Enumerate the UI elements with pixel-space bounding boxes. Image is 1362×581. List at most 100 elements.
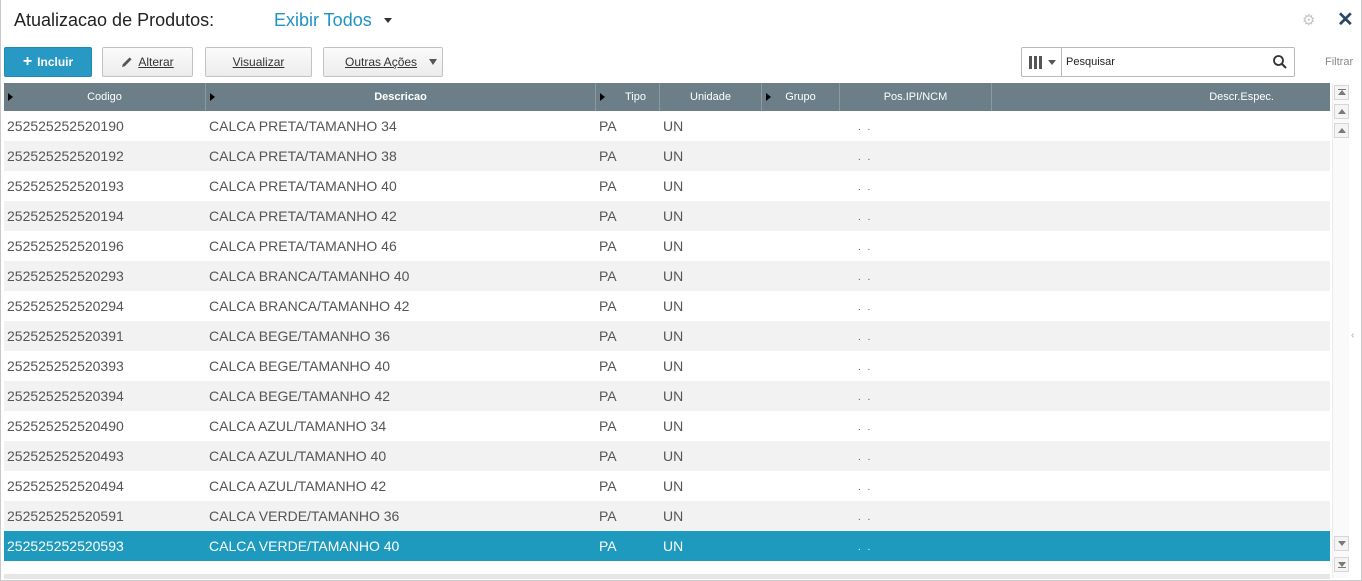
cell-unidade: UN [663, 148, 684, 164]
cell-ncm: . . [858, 362, 873, 373]
cell-ncm: . . [858, 482, 873, 493]
cell-codigo: 252525252520394 [7, 388, 124, 404]
search-input[interactable] [1066, 51, 1266, 73]
column-header-unidade[interactable]: Unidade [660, 83, 762, 111]
products-grid: Codigo Descricao Tipo Unidade Grupo Pos.… [4, 83, 1330, 561]
view-button[interactable]: Visualizar [205, 47, 312, 77]
cell-descricao: CALCA PRETA/TAMANHO 46 [209, 238, 397, 254]
column-header-grupo[interactable]: Grupo [762, 83, 840, 111]
column-label: Tipo [625, 91, 646, 103]
scroll-up-button[interactable] [1334, 123, 1349, 138]
table-row[interactable]: 252525252520196 CALCA PRETA/TAMANHO 46 PA U… [4, 231, 1330, 261]
cell-tipo: PA [599, 208, 617, 224]
table-row-selected[interactable]: 252525252520593 CALCA VERDE/TAMANHO 40 PA U… [4, 531, 1330, 561]
column-header-descr-espec[interactable]: Descr.Espec. [992, 83, 1330, 111]
cell-descricao: CALCA PRETA/TAMANHO 34 [209, 118, 397, 134]
horizontal-scrollbar[interactable] [4, 574, 1330, 579]
more-actions-button[interactable]: Outras Ações [323, 47, 443, 77]
cell-unidade: UN [663, 418, 684, 434]
column-label: Unidade [690, 91, 731, 103]
search-icon[interactable] [1272, 54, 1288, 70]
table-row[interactable]: 252525252520394 CALCA BEGE/TAMANHO 42 PA UN… [4, 381, 1330, 411]
sort-arrow-icon [210, 93, 215, 101]
cell-tipo: PA [599, 148, 617, 164]
alter-button[interactable]: Alterar [102, 47, 193, 77]
column-header-descricao[interactable]: Descricao [206, 83, 596, 111]
table-row[interactable]: 252525252520190 CALCA PRETA/TAMANHO 34 PA U… [4, 111, 1330, 141]
cell-codigo: 252525252520194 [7, 208, 124, 224]
cell-ncm: . . [858, 242, 873, 253]
table-row[interactable]: 252525252520490 CALCA AZUL/TAMANHO 34 PA UN… [4, 411, 1330, 441]
cell-tipo: PA [599, 538, 617, 554]
cell-descricao: CALCA BEGE/TAMANHO 36 [209, 328, 391, 344]
cell-codigo: 252525252520391 [7, 328, 124, 344]
grid-body: 252525252520190 CALCA PRETA/TAMANHO 34 PA U… [4, 111, 1330, 561]
cell-descricao: CALCA BEGE/TAMANHO 42 [209, 388, 391, 404]
cell-descricao: CALCA BEGE/TAMANHO 40 [209, 358, 391, 374]
cell-codigo: 252525252520493 [7, 448, 124, 464]
scroll-top-button[interactable] [1334, 85, 1349, 100]
view-filter-label: Exibir Todos [274, 10, 372, 30]
column-header-ncm[interactable]: Pos.IPI/NCM [840, 83, 992, 111]
cell-ncm: . . [858, 182, 873, 193]
cell-unidade: UN [663, 298, 684, 314]
cell-unidade: UN [663, 178, 684, 194]
table-row[interactable]: 252525252520294 CALCA BRANCA/TAMANHO 42 PA… [4, 291, 1330, 321]
table-row[interactable]: 252525252520192 CALCA PRETA/TAMANHO 38 PA U… [4, 141, 1330, 171]
cell-codigo: 252525252520494 [7, 478, 124, 494]
cell-codigo: 252525252520593 [7, 538, 124, 554]
cell-descricao: CALCA AZUL/TAMANHO 34 [209, 418, 387, 434]
cell-unidade: UN [663, 478, 684, 494]
table-row[interactable]: 252525252520494 CALCA AZUL/TAMANHO 42 PA UN… [4, 471, 1330, 501]
gear-icon[interactable]: ⚙ [1302, 13, 1318, 29]
cell-codigo: 252525252520190 [7, 118, 124, 134]
cell-descricao: CALCA AZUL/TAMANHO 40 [209, 448, 387, 464]
chevron-down-icon [1337, 541, 1346, 546]
cell-unidade: UN [663, 238, 684, 254]
scroll-page-up-button[interactable] [1334, 104, 1349, 119]
cell-unidade: UN [663, 388, 684, 404]
include-button-label: Incluir [37, 55, 74, 69]
table-row[interactable]: 252525252520193 CALCA PRETA/TAMANHO 40 PA U… [4, 171, 1330, 201]
cell-descricao: CALCA VERDE/TAMANHO 36 [209, 508, 400, 524]
column-header-tipo[interactable]: Tipo [596, 83, 660, 111]
more-actions-label: Outras Ações [345, 55, 418, 69]
cell-codigo: 252525252520192 [7, 148, 124, 164]
cell-tipo: PA [599, 418, 617, 434]
cell-descricao: CALCA VERDE/TAMANHO 40 [209, 538, 400, 554]
scroll-bottom-button[interactable] [1334, 557, 1349, 572]
column-label: Pos.IPI/NCM [883, 91, 948, 103]
cell-codigo: 252525252520393 [7, 358, 124, 374]
cell-tipo: PA [599, 178, 617, 194]
sort-arrow-icon [8, 93, 13, 101]
header: Atualizacao de Produtos: Exibir Todos ⚙ … [0, 0, 1362, 42]
column-label: Descr.Espec. [1209, 91, 1274, 103]
table-row[interactable]: 252525252520391 CALCA BEGE/TAMANHO 36 PA UN… [4, 321, 1330, 351]
table-row[interactable]: 252525252520591 CALCA VERDE/TAMANHO 36 PA U… [4, 501, 1330, 531]
scroll-down-button[interactable] [1334, 536, 1349, 551]
cell-ncm: . . [858, 512, 873, 523]
cell-ncm: . . [858, 392, 873, 403]
filter-link[interactable]: Filtrar [1325, 56, 1353, 68]
view-filter-dropdown[interactable]: Exibir Todos [274, 10, 392, 31]
cell-tipo: PA [599, 118, 617, 134]
table-row[interactable]: 252525252520393 CALCA BEGE/TAMANHO 40 PA UN… [4, 351, 1330, 381]
cell-codigo: 252525252520591 [7, 508, 124, 524]
side-panel-handle[interactable]: ‹ [1351, 330, 1359, 346]
column-header-codigo[interactable]: Codigo [4, 83, 206, 111]
cell-unidade: UN [663, 538, 684, 554]
search-box [1021, 47, 1295, 77]
vertical-scrollbar[interactable] [1332, 83, 1349, 578]
cell-ncm: . . [858, 302, 873, 313]
close-icon[interactable]: ✕ [1337, 10, 1355, 30]
table-row[interactable]: 252525252520293 CALCA BRANCA/TAMANHO 40 PA… [4, 261, 1330, 291]
cell-tipo: PA [599, 448, 617, 464]
plus-icon: + [22, 53, 33, 70]
include-button[interactable]: + Incluir [4, 47, 92, 77]
columns-selector[interactable] [1022, 48, 1062, 76]
table-row[interactable]: 252525252520194 CALCA PRETA/TAMANHO 42 PA U… [4, 201, 1330, 231]
chevron-down-icon [1048, 59, 1056, 65]
table-row[interactable]: 252525252520493 CALCA AZUL/TAMANHO 40 PA UN… [4, 441, 1330, 471]
column-label: Codigo [87, 91, 122, 103]
view-button-label: Visualizar [232, 55, 285, 69]
